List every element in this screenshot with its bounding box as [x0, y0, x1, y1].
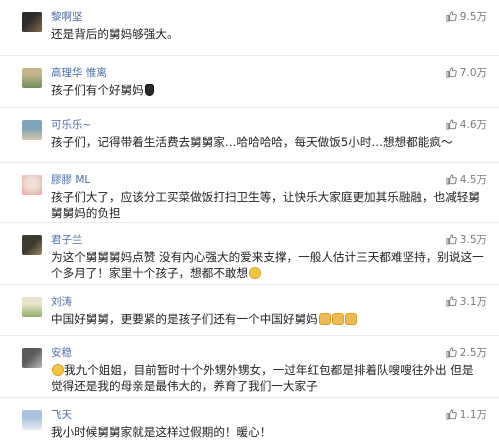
like-button[interactable]: 2.5万: [446, 345, 487, 360]
like-button[interactable]: 4.5万: [446, 172, 487, 187]
thumbs-up-icon: [446, 234, 457, 245]
thumbs-up-icon: [446, 409, 457, 420]
comment-text: 为这个舅舅舅妈点赞 没有内心强大的爱来支撑，一般人估计三天都难坚持，别说这一个多…: [51, 249, 485, 281]
comment-text-body: 中国好舅舅，更要紧的是孩子们还有一个中国好舅妈: [51, 312, 318, 326]
comment-username[interactable]: 膠膠 ML: [51, 172, 90, 187]
comment-item: 高理华 惟离 7.0万 孩子们有个好舅妈: [0, 56, 499, 108]
comment-username[interactable]: 安稳: [51, 345, 72, 360]
comment-text: 我九个姐姐，目前暂时十个外甥外甥女，一过年红包都是排着队嗖嗖往外出 但是觉得还是…: [51, 362, 485, 394]
comment-item: 君子兰 3.5万 为这个舅舅舅妈点赞 没有内心强大的爱来支撑，一般人估计三天都难…: [0, 223, 499, 285]
avatar[interactable]: [22, 297, 42, 317]
comment-text: 还是背后的舅妈够强大。: [51, 27, 179, 41]
like-count: 4.5万: [459, 174, 487, 186]
thumbs-up-emoji-icon: [331, 313, 344, 325]
like-count: 9.5万: [459, 11, 487, 23]
thumbs-up-icon: [446, 67, 457, 78]
comment-username[interactable]: 君子兰: [51, 232, 83, 247]
comment-feed: 黎啊坚 9.5万 还是背后的舅妈够强大。 高理华 惟离 7.0万 孩子们有个好舅…: [0, 0, 499, 446]
avatar[interactable]: [22, 68, 42, 88]
like-count: 4.6万: [459, 119, 487, 131]
like-button[interactable]: 1.1万: [446, 407, 487, 422]
sweat-smile-emoji-icon: [249, 267, 262, 279]
like-button[interactable]: 7.0万: [446, 65, 487, 80]
avatar[interactable]: [22, 12, 42, 32]
comment-item: 安稳 2.5万 我九个姐姐，目前暂时十个外甥外甥女，一过年红包都是排着队嗖嗖往外…: [0, 336, 499, 398]
thumbs-up-emoji-icon: [344, 313, 357, 325]
comment-item: 可乐乐~ 4.6万 孩子们，记得带着生活费去舅舅家…哈哈哈哈，每天做饭5小时…想…: [0, 108, 499, 163]
avatar[interactable]: [22, 410, 42, 430]
comment-text-body: 孩子们有个好舅妈: [51, 83, 144, 97]
comment-text: 孩子们有个好舅妈: [51, 82, 485, 98]
comment-username[interactable]: 可乐乐~: [51, 117, 91, 132]
comment-text: 孩子们大了，应该分工买菜做饭打扫卫生等，让快乐大家庭更加其乐融融，也减轻舅舅舅妈…: [51, 190, 480, 220]
avatar[interactable]: [22, 348, 42, 368]
like-count: 2.5万: [459, 347, 487, 359]
like-count: 3.1万: [459, 296, 487, 308]
comment-item: 膠膠 ML 4.5万 孩子们大了，应该分工买菜做饭打扫卫生等，让快乐大家庭更加其…: [0, 163, 499, 223]
avatar[interactable]: [22, 235, 42, 255]
comment-username[interactable]: 黎啊坚: [51, 9, 83, 24]
comment-username[interactable]: 刘涛: [51, 294, 72, 309]
like-button[interactable]: 9.5万: [446, 9, 487, 24]
like-count: 1.1万: [459, 409, 487, 421]
like-count: 7.0万: [459, 67, 487, 79]
comment-item: 飞天 1.1万 我小时候舅舅家就是这样过假期的！暖心！: [0, 398, 499, 446]
avatar[interactable]: [22, 120, 42, 140]
comment-text: 孩子们，记得带着生活费去舅舅家…哈哈哈哈，每天做饭5小时…想想都能疯～: [51, 135, 453, 149]
avatar[interactable]: [22, 175, 42, 195]
like-count: 3.5万: [459, 234, 487, 246]
thumbs-up-icon: [446, 11, 457, 22]
grin-emoji-icon: [52, 364, 64, 376]
comment-text: 我小时候舅舅家就是这样过假期的！暖心！: [51, 425, 272, 439]
thumbs-up-icon: [446, 347, 457, 358]
comment-item: 黎啊坚 9.5万 还是背后的舅妈够强大。: [0, 0, 499, 56]
thumbs-up-icon: [446, 296, 457, 307]
comment-username[interactable]: 飞天: [51, 407, 72, 422]
comment-username[interactable]: 高理华 惟离: [51, 65, 107, 80]
comment-text-body: 我九个姐姐，目前暂时十个外甥外甥女，一过年红包都是排着队嗖嗖往外出 但是觉得还是…: [51, 363, 474, 393]
like-button[interactable]: 3.1万: [446, 294, 487, 309]
comment-text: 中国好舅舅，更要紧的是孩子们还有一个中国好舅妈: [51, 311, 485, 327]
thumbs-up-emoji-icon: [144, 84, 154, 96]
thumbs-up-icon: [446, 119, 457, 130]
thumbs-up-icon: [446, 174, 457, 185]
thumbs-up-emoji-icon: [318, 313, 331, 325]
like-button[interactable]: 3.5万: [446, 232, 487, 247]
comment-text-body: 为这个舅舅舅妈点赞 没有内心强大的爱来支撑，一般人估计三天都难坚持，别说这一个多…: [51, 250, 484, 280]
like-button[interactable]: 4.6万: [446, 117, 487, 132]
comment-item: 刘涛 3.1万 中国好舅舅，更要紧的是孩子们还有一个中国好舅妈: [0, 285, 499, 336]
